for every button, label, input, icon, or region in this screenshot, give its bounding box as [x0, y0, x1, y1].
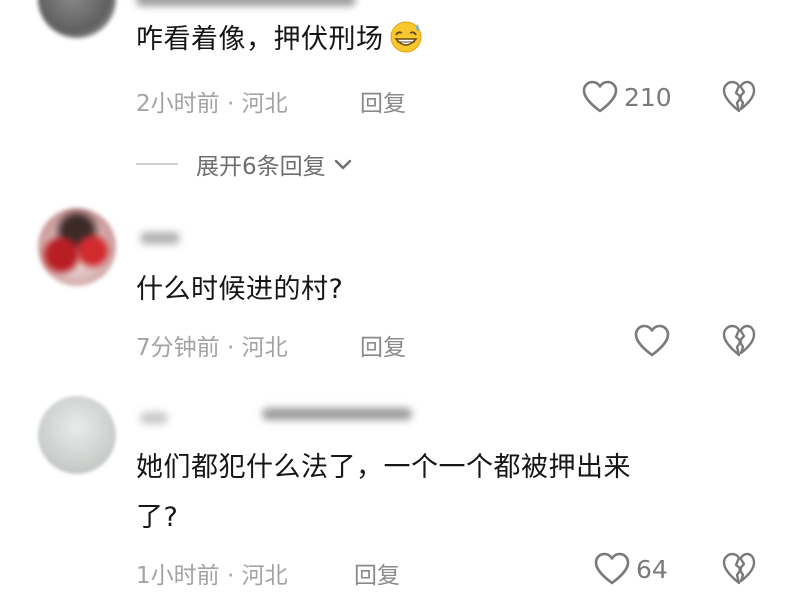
avatar[interactable]	[38, 396, 116, 474]
avatar[interactable]	[38, 208, 116, 286]
username-blurred	[262, 408, 412, 420]
heart-outline-icon	[582, 80, 618, 113]
comment-meta: 2小时前 · 河北	[136, 91, 288, 117]
username-blurred[interactable]	[140, 412, 168, 424]
reply-button[interactable]: 回复	[360, 84, 406, 118]
like-count: 210	[624, 82, 672, 112]
divider	[136, 163, 178, 165]
username-blurred[interactable]	[140, 232, 180, 244]
avatar[interactable]	[38, 0, 116, 38]
reply-button[interactable]: 回复	[354, 556, 400, 590]
like-button[interactable]: 64	[594, 552, 668, 586]
like-button[interactable]: 210	[582, 80, 672, 114]
comment-meta: 7分钟前 · 河北	[136, 335, 288, 361]
expand-replies-label: 展开6条回复	[196, 154, 326, 180]
dislike-button[interactable]	[722, 80, 756, 118]
dislike-button[interactable]	[722, 552, 756, 590]
chevron-down-icon	[334, 159, 351, 170]
comment-text: 她们都犯什么法了，一个一个都被押出来 了?	[136, 452, 631, 533]
comment-meta: 1小时前 · 河北	[136, 563, 288, 589]
username-blurred[interactable]	[136, 0, 356, 6]
heart-outline-icon	[634, 324, 670, 357]
heart-outline-icon	[594, 552, 630, 585]
broken-heart-icon	[722, 552, 756, 585]
dislike-button[interactable]	[722, 324, 756, 362]
comment-text: 咋看着像，押伏刑场	[136, 18, 424, 62]
reply-button[interactable]: 回复	[360, 328, 406, 362]
expand-replies-button[interactable]: 展开6条回复	[136, 147, 354, 181]
grinning-sweat-emoji-icon	[390, 21, 421, 53]
broken-heart-icon	[722, 324, 756, 357]
broken-heart-icon	[722, 80, 756, 113]
comment-text: 什么时候进的村?	[136, 274, 344, 305]
like-button[interactable]	[634, 324, 676, 358]
like-count: 64	[636, 554, 668, 584]
